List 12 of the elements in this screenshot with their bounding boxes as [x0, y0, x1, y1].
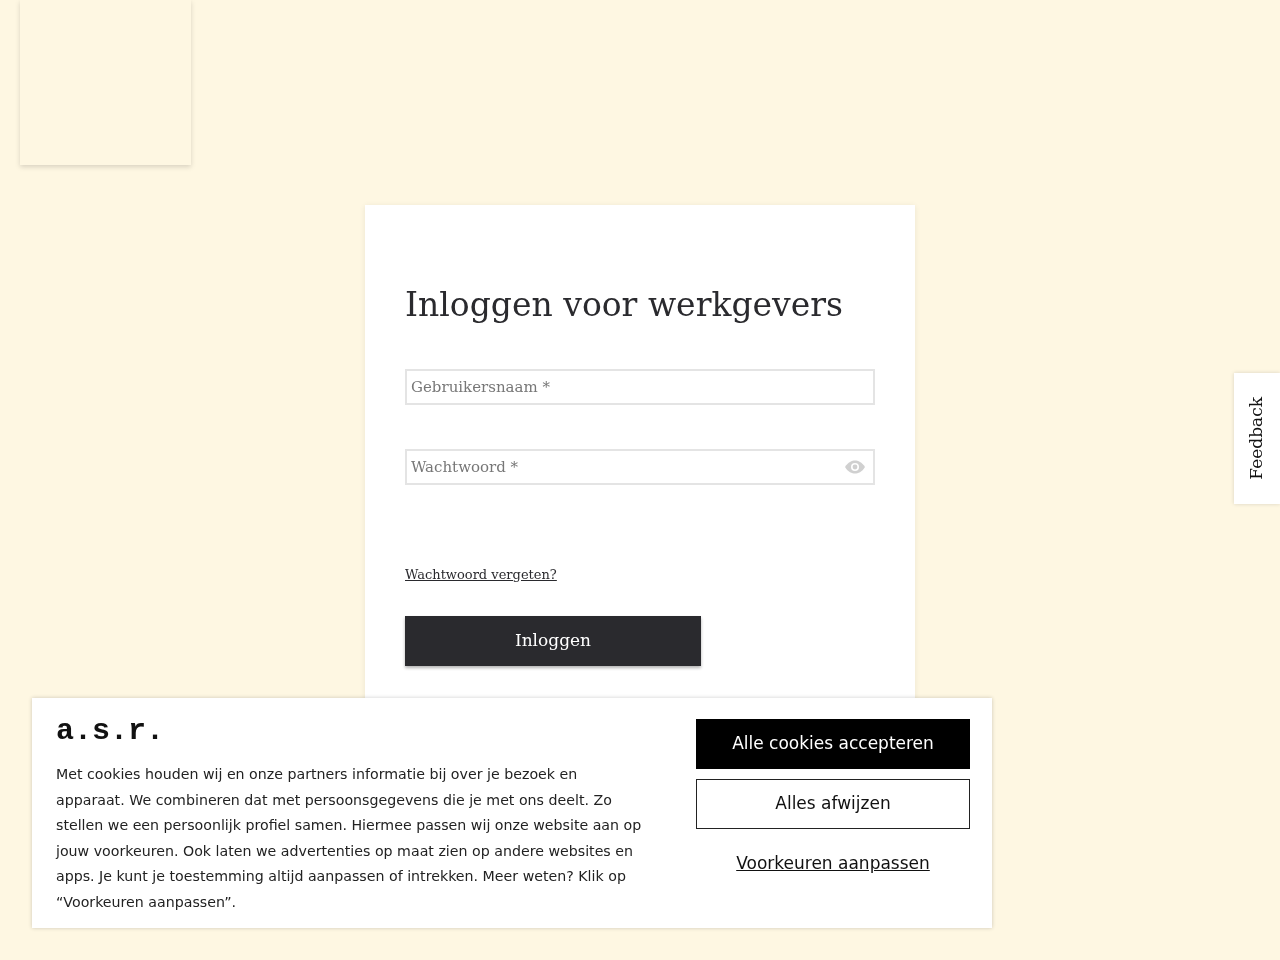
cookie-text: Met cookies houden wij en onze partners informatie bij over je bezoek en apparaat. We combineren dat met persoonsgegevens die je met ons deelt. Zo stellen we een persoonlijk profiel samen. Hiermee passen wij onze website aan op jouw voorkeuren. Ook laten we advertenties op maat zien op andere websites en apps. Je kunt je toestemming altijd aanpassen of intrekken. Meer weten? Klik op “Voorkeuren aanpassen”.	[56, 765, 643, 912]
eye-icon[interactable]	[844, 459, 866, 474]
username-field[interactable]: Gebruikersnaam *	[405, 368, 875, 405]
preferences-link[interactable]: Voorkeuren aanpassen	[696, 839, 970, 878]
password-field[interactable]: Wachtwoord *	[405, 448, 875, 485]
login-button[interactable]: Inloggen	[405, 615, 701, 666]
forgot-password-link[interactable]: Wachtwoord vergeten?	[405, 564, 557, 585]
logo: a.s.r.	[56, 716, 165, 746]
reject-button[interactable]: Alles afwijzen	[696, 779, 970, 829]
accept-button[interactable]: Alle cookies accepteren	[696, 719, 970, 769]
feedback-tab[interactable]: Feedback	[1234, 373, 1280, 504]
page-title: Inloggen voor werkgevers	[405, 285, 844, 325]
